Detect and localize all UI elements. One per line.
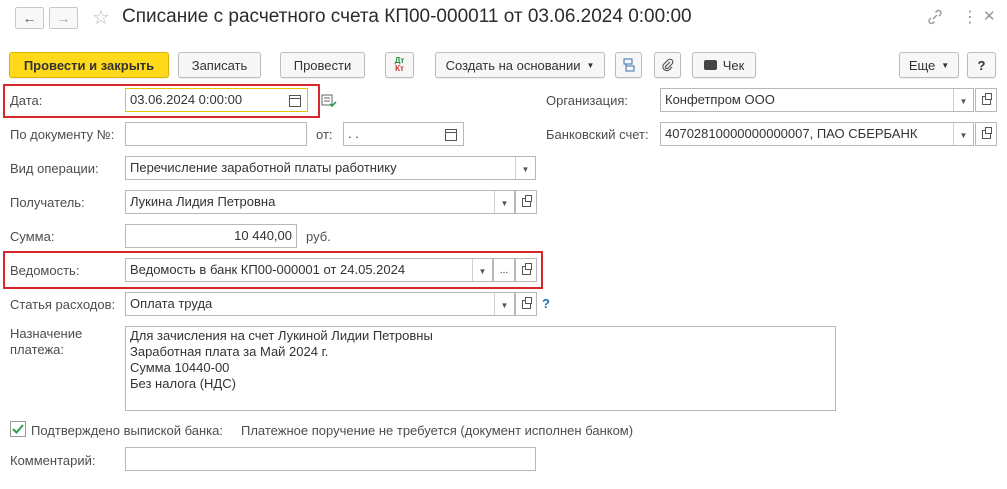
confirmed-label: Подтверждено выпиской банка:	[31, 423, 223, 438]
purpose-line: Сумма 10440-00	[130, 360, 230, 375]
receipt-label: Чек	[722, 57, 745, 73]
from-label: от:	[316, 127, 333, 142]
create-based-on-label: Создать на основании	[445, 57, 581, 73]
comment-field[interactable]	[125, 447, 536, 471]
forward-arrow-icon: →	[56, 10, 71, 26]
back-arrow-icon: ←	[22, 10, 37, 26]
window-title: Списание с расчетного счета КП00-000011 …	[122, 6, 692, 27]
date-field[interactable]: 03.06.2024 0:00:00	[125, 88, 308, 112]
organization-open-button[interactable]	[975, 88, 997, 112]
history-icon[interactable]	[321, 94, 337, 108]
calendar-icon[interactable]	[445, 129, 457, 141]
purpose-line: Для зачисления на счет Лукиной Лидии Пет…	[130, 328, 433, 343]
structure-button[interactable]	[615, 52, 642, 78]
amount-label: Сумма:	[10, 229, 55, 244]
bank-account-field[interactable]: 40702810000000000007, ПАО СБЕРБАНК ▼	[660, 122, 974, 146]
kt-label: Кт	[395, 64, 404, 73]
cash-register-icon	[703, 60, 717, 70]
purpose-textarea[interactable]: Для зачисления на счет Лукиной Лидии Пет…	[125, 326, 836, 411]
open-icon	[521, 262, 532, 275]
expense-open-button[interactable]	[515, 292, 537, 316]
post-button[interactable]: Провести	[280, 52, 365, 78]
operation-field[interactable]: Перечисление заработной платы работнику …	[125, 156, 536, 180]
statement-dropdown-icon[interactable]: ▼	[472, 259, 492, 281]
doc-number-field[interactable]	[125, 122, 307, 146]
statement-field[interactable]: Ведомость в банк КП00-000001 от 24.05.20…	[125, 258, 493, 282]
close-icon[interactable]: ✕	[983, 7, 996, 25]
expense-field[interactable]: Оплата труда ▼	[125, 292, 515, 316]
statement-select-button[interactable]: ...	[493, 258, 515, 282]
amount-field[interactable]: 10 440,00	[125, 224, 297, 248]
confirmed-checkbox[interactable]	[10, 421, 26, 437]
chevron-down-icon: ▼	[586, 60, 595, 70]
purpose-line: Без налога (НДС)	[130, 376, 236, 391]
post-and-close-button[interactable]: Провести и закрыть	[9, 52, 169, 78]
organization-field[interactable]: Конфетпром ООО ▼	[660, 88, 974, 112]
calendar-icon[interactable]	[289, 95, 301, 107]
link-icon[interactable]	[927, 9, 943, 25]
open-icon	[521, 194, 532, 207]
back-button[interactable]: ←	[15, 7, 44, 29]
operation-value: Перечисление заработной платы работнику	[130, 160, 397, 175]
dtkt-button[interactable]: Дт Кт	[385, 52, 414, 78]
recipient-label: Получатель:	[10, 195, 85, 210]
from-date-value: . .	[348, 126, 359, 141]
attach-button[interactable]	[654, 52, 681, 78]
recipient-value: Лукина Лидия Петровна	[130, 194, 276, 209]
date-label: Дата:	[10, 93, 43, 108]
comment-label: Комментарий:	[10, 453, 96, 468]
expense-label: Статья расходов:	[10, 297, 116, 312]
paperclip-icon	[661, 58, 673, 72]
purpose-line: Заработная плата за Май 2024 г.	[130, 344, 329, 359]
operation-label: Вид операции:	[10, 161, 99, 176]
statement-open-button[interactable]	[515, 258, 537, 282]
purpose-label-line2: платежа:	[10, 342, 64, 357]
purpose-label-line1: Назначение	[10, 326, 83, 341]
statement-label: Ведомость:	[10, 263, 80, 278]
receipt-button[interactable]: Чек	[692, 52, 756, 78]
bank-account-label: Банковский счет:	[546, 127, 649, 142]
doc-number-label: По документу №:	[10, 127, 115, 142]
bank-account-open-button[interactable]	[975, 122, 997, 146]
recipient-field[interactable]: Лукина Лидия Петровна ▼	[125, 190, 515, 214]
favorite-star-icon[interactable]: ☆	[92, 5, 110, 30]
expense-help-icon[interactable]: ?	[542, 296, 550, 311]
organization-label: Организация:	[546, 93, 629, 108]
open-icon	[981, 126, 992, 139]
expense-dropdown-icon[interactable]: ▼	[494, 293, 514, 315]
create-based-on-button[interactable]: Создать на основании ▼	[435, 52, 605, 78]
recipient-open-button[interactable]	[515, 190, 537, 214]
expense-value: Оплата труда	[130, 296, 213, 311]
organization-dropdown-icon[interactable]: ▼	[953, 89, 973, 111]
currency-label: руб.	[306, 229, 331, 244]
ellipsis-icon: ...	[499, 264, 509, 276]
save-button[interactable]: Записать	[178, 52, 261, 78]
help-button[interactable]: ?	[967, 52, 996, 78]
bank-account-value: 40702810000000000007, ПАО СБЕРБАНК	[665, 126, 918, 141]
checkmark-icon	[12, 424, 24, 434]
more-button[interactable]: Еще ▼	[899, 52, 959, 78]
forward-button[interactable]: →	[49, 7, 78, 29]
organization-value: Конфетпром ООО	[665, 92, 775, 107]
statement-value: Ведомость в банк КП00-000001 от 24.05.20…	[130, 262, 406, 277]
document-structure-icon	[623, 58, 634, 72]
open-icon	[981, 92, 992, 105]
from-date-field[interactable]: . .	[343, 122, 464, 146]
open-icon	[521, 296, 532, 309]
chevron-down-icon: ▼	[941, 60, 950, 70]
more-menu-icon[interactable]: ⋮	[962, 7, 978, 27]
date-value: 03.06.2024 0:00:00	[130, 92, 243, 107]
bank-account-dropdown-icon[interactable]: ▼	[953, 123, 973, 145]
recipient-dropdown-icon[interactable]: ▼	[494, 191, 514, 213]
operation-dropdown-icon[interactable]: ▼	[515, 157, 535, 179]
more-label: Еще	[908, 57, 936, 73]
confirmed-note: Платежное поручение не требуется (докуме…	[241, 423, 634, 438]
